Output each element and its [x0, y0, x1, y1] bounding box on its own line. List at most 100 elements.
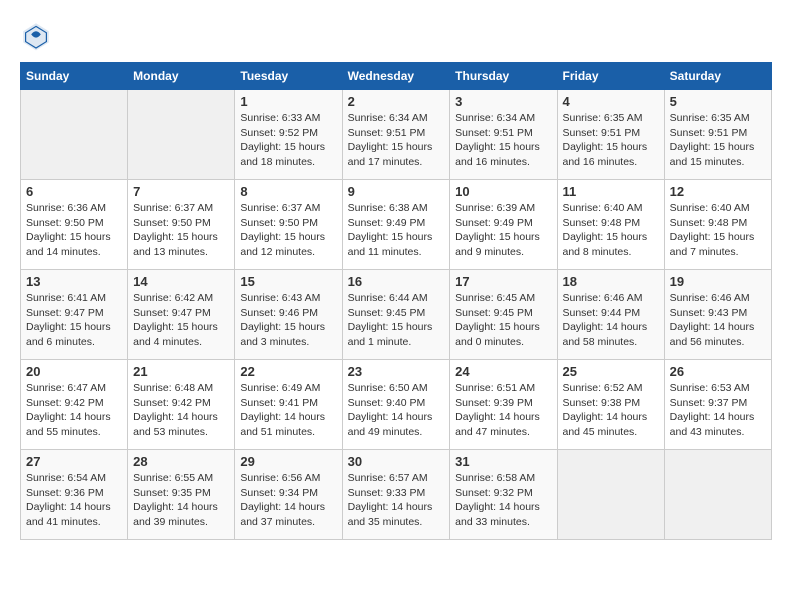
day-info: Sunrise: 6:52 AM Sunset: 9:38 PM Dayligh… — [563, 381, 659, 440]
day-info: Sunrise: 6:45 AM Sunset: 9:45 PM Dayligh… — [455, 291, 551, 350]
day-info: Sunrise: 6:48 AM Sunset: 9:42 PM Dayligh… — [133, 381, 229, 440]
calendar-cell: 9 Sunrise: 6:38 AM Sunset: 9:49 PM Daylig… — [342, 180, 450, 270]
day-info: Sunrise: 6:35 AM Sunset: 9:51 PM Dayligh… — [563, 111, 659, 170]
day-number: 1 — [240, 94, 336, 109]
calendar-week-row: 6Sunrise: 6:36 AM Sunset: 9:50 PM Daylig… — [21, 180, 772, 270]
calendar-header: SundayMondayTuesdayWednesdayThursdayFrid… — [21, 63, 772, 90]
calendar-week-row: 13 Sunrise: 6:41 AM Sunset: 9:47 PM Dayli… — [21, 270, 772, 360]
day-number: 13 — [26, 274, 122, 289]
day-number: 12 — [670, 184, 766, 199]
day-number: 30 — [348, 454, 445, 469]
day-info: Sunrise: 6:46 AM Sunset: 9:44 PM Dayligh… — [563, 291, 659, 350]
day-number: 21 — [133, 364, 229, 379]
day-info: Sunrise: 6:33 AM Sunset: 9:52 PM Dayligh… — [240, 111, 336, 170]
day-info: Sunrise: 6:55 AM Sunset: 9:35 PM Dayligh… — [133, 471, 229, 530]
day-number: 29 — [240, 454, 336, 469]
day-info: Sunrise: 6:49 AM Sunset: 9:41 PM Dayligh… — [240, 381, 336, 440]
calendar-cell: 10 Sunrise: 6:39 AM Sunset: 9:49 PM Dayli… — [450, 180, 557, 270]
calendar-cell: 8 Sunrise: 6:37 AM Sunset: 9:50 PM Daylig… — [235, 180, 342, 270]
day-info: Sunrise: 6:37 AM Sunset: 9:50 PM Dayligh… — [240, 201, 336, 260]
calendar-cell: 23 Sunrise: 6:50 AM Sunset: 9:40 PM Dayli… — [342, 360, 450, 450]
day-info: Sunrise: 6:34 AM Sunset: 9:51 PM Dayligh… — [455, 111, 551, 170]
day-of-week-header: Thursday — [450, 63, 557, 90]
day-number: 5 — [670, 94, 766, 109]
day-info: Sunrise: 6:50 AM Sunset: 9:40 PM Dayligh… — [348, 381, 445, 440]
day-number: 27 — [26, 454, 122, 469]
day-info: Sunrise: 6:36 AM Sunset: 9:50 PM Dayligh… — [26, 201, 122, 260]
calendar-cell: 7Sunrise: 6:37 AM Sunset: 9:50 PM Daylig… — [128, 180, 235, 270]
day-number: 14 — [133, 274, 229, 289]
day-info: Sunrise: 6:34 AM Sunset: 9:51 PM Dayligh… — [348, 111, 445, 170]
day-number: 31 — [455, 454, 551, 469]
calendar-cell: 13 Sunrise: 6:41 AM Sunset: 9:47 PM Dayli… — [21, 270, 128, 360]
day-info: Sunrise: 6:40 AM Sunset: 9:48 PM Dayligh… — [670, 201, 766, 260]
calendar-cell — [664, 450, 771, 540]
day-number: 22 — [240, 364, 336, 379]
calendar-cell: 30 Sunrise: 6:57 AM Sunset: 9:33 PM Dayli… — [342, 450, 450, 540]
day-info: Sunrise: 6:53 AM Sunset: 9:37 PM Dayligh… — [670, 381, 766, 440]
day-of-week-header: Sunday — [21, 63, 128, 90]
day-number: 15 — [240, 274, 336, 289]
day-info: Sunrise: 6:37 AM Sunset: 9:50 PM Dayligh… — [133, 201, 229, 260]
calendar-cell: 25 Sunrise: 6:52 AM Sunset: 9:38 PM Dayli… — [557, 360, 664, 450]
day-number: 18 — [563, 274, 659, 289]
calendar-cell: 14 Sunrise: 6:42 AM Sunset: 9:47 PM Dayli… — [128, 270, 235, 360]
day-info: Sunrise: 6:40 AM Sunset: 9:48 PM Dayligh… — [563, 201, 659, 260]
calendar-cell: 26 Sunrise: 6:53 AM Sunset: 9:37 PM Dayli… — [664, 360, 771, 450]
day-number: 9 — [348, 184, 445, 199]
calendar-body: 1 Sunrise: 6:33 AM Sunset: 9:52 PM Daylig… — [21, 90, 772, 540]
day-number: 11 — [563, 184, 659, 199]
calendar-cell: 17 Sunrise: 6:45 AM Sunset: 9:45 PM Dayli… — [450, 270, 557, 360]
calendar-cell: 28Sunrise: 6:55 AM Sunset: 9:35 PM Dayli… — [128, 450, 235, 540]
calendar-cell: 11 Sunrise: 6:40 AM Sunset: 9:48 PM Dayli… — [557, 180, 664, 270]
calendar-cell: 15 Sunrise: 6:43 AM Sunset: 9:46 PM Dayli… — [235, 270, 342, 360]
day-info: Sunrise: 6:51 AM Sunset: 9:39 PM Dayligh… — [455, 381, 551, 440]
day-number: 17 — [455, 274, 551, 289]
day-number: 23 — [348, 364, 445, 379]
day-number: 26 — [670, 364, 766, 379]
day-number: 19 — [670, 274, 766, 289]
day-number: 20 — [26, 364, 122, 379]
calendar-cell: 18 Sunrise: 6:46 AM Sunset: 9:44 PM Dayli… — [557, 270, 664, 360]
calendar-cell: 21 Sunrise: 6:48 AM Sunset: 9:42 PM Dayli… — [128, 360, 235, 450]
day-of-week-header: Wednesday — [342, 63, 450, 90]
day-number: 8 — [240, 184, 336, 199]
calendar-week-row: 1 Sunrise: 6:33 AM Sunset: 9:52 PM Daylig… — [21, 90, 772, 180]
day-number: 4 — [563, 94, 659, 109]
calendar-cell: 4 Sunrise: 6:35 AM Sunset: 9:51 PM Daylig… — [557, 90, 664, 180]
day-info: Sunrise: 6:42 AM Sunset: 9:47 PM Dayligh… — [133, 291, 229, 350]
day-info: Sunrise: 6:44 AM Sunset: 9:45 PM Dayligh… — [348, 291, 445, 350]
calendar-cell: 12 Sunrise: 6:40 AM Sunset: 9:48 PM Dayli… — [664, 180, 771, 270]
day-info: Sunrise: 6:38 AM Sunset: 9:49 PM Dayligh… — [348, 201, 445, 260]
day-info: Sunrise: 6:57 AM Sunset: 9:33 PM Dayligh… — [348, 471, 445, 530]
day-info: Sunrise: 6:43 AM Sunset: 9:46 PM Dayligh… — [240, 291, 336, 350]
calendar-cell: 2 Sunrise: 6:34 AM Sunset: 9:51 PM Daylig… — [342, 90, 450, 180]
calendar-cell — [21, 90, 128, 180]
calendar-cell: 1 Sunrise: 6:33 AM Sunset: 9:52 PM Daylig… — [235, 90, 342, 180]
calendar-cell: 5 Sunrise: 6:35 AM Sunset: 9:51 PM Daylig… — [664, 90, 771, 180]
calendar-cell: 3 Sunrise: 6:34 AM Sunset: 9:51 PM Daylig… — [450, 90, 557, 180]
calendar-cell: 16 Sunrise: 6:44 AM Sunset: 9:45 PM Dayli… — [342, 270, 450, 360]
days-of-week-row: SundayMondayTuesdayWednesdayThursdayFrid… — [21, 63, 772, 90]
day-info: Sunrise: 6:47 AM Sunset: 9:42 PM Dayligh… — [26, 381, 122, 440]
day-info: Sunrise: 6:41 AM Sunset: 9:47 PM Dayligh… — [26, 291, 122, 350]
calendar-cell: 22 Sunrise: 6:49 AM Sunset: 9:41 PM Dayli… — [235, 360, 342, 450]
calendar-cell — [128, 90, 235, 180]
day-number: 3 — [455, 94, 551, 109]
day-info: Sunrise: 6:39 AM Sunset: 9:49 PM Dayligh… — [455, 201, 551, 260]
calendar-week-row: 20 Sunrise: 6:47 AM Sunset: 9:42 PM Dayli… — [21, 360, 772, 450]
day-number: 16 — [348, 274, 445, 289]
day-number: 25 — [563, 364, 659, 379]
calendar-cell — [557, 450, 664, 540]
day-info: Sunrise: 6:54 AM Sunset: 9:36 PM Dayligh… — [26, 471, 122, 530]
logo-icon — [20, 20, 52, 52]
calendar-cell: 20 Sunrise: 6:47 AM Sunset: 9:42 PM Dayli… — [21, 360, 128, 450]
calendar-week-row: 27 Sunrise: 6:54 AM Sunset: 9:36 PM Dayli… — [21, 450, 772, 540]
day-number: 2 — [348, 94, 445, 109]
calendar-cell: 31Sunrise: 6:58 AM Sunset: 9:32 PM Dayli… — [450, 450, 557, 540]
page-header — [20, 20, 772, 52]
logo — [20, 20, 56, 52]
day-number: 24 — [455, 364, 551, 379]
day-info: Sunrise: 6:35 AM Sunset: 9:51 PM Dayligh… — [670, 111, 766, 170]
day-number: 10 — [455, 184, 551, 199]
